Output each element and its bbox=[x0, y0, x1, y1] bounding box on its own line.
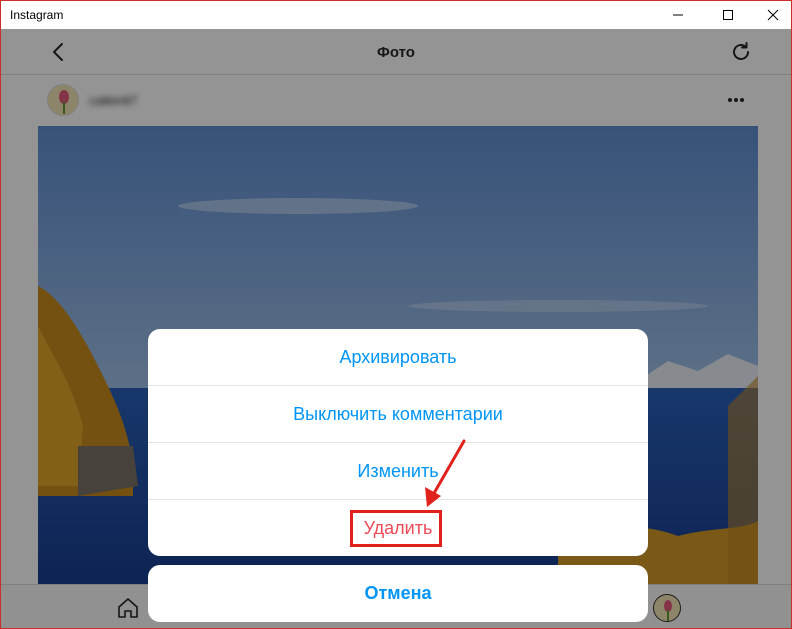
maximize-button[interactable] bbox=[705, 1, 751, 29]
close-button[interactable] bbox=[750, 1, 791, 29]
cancel-label: Отмена bbox=[364, 583, 432, 603]
edit-label: Изменить bbox=[357, 460, 439, 481]
disable-comments-button[interactable]: Выключить комментарии bbox=[148, 386, 648, 443]
cancel-button[interactable]: Отмена bbox=[148, 565, 648, 622]
close-icon bbox=[767, 9, 779, 21]
maximize-icon bbox=[723, 10, 733, 20]
edit-button[interactable]: Изменить bbox=[148, 443, 648, 500]
minimize-button[interactable] bbox=[655, 1, 701, 29]
archive-label: Архивировать bbox=[339, 346, 457, 367]
title-bar: Instagram bbox=[1, 1, 791, 29]
archive-button[interactable]: Архивировать bbox=[148, 329, 648, 386]
action-sheet: Архивировать Выключить комментарии Измен… bbox=[148, 329, 648, 556]
delete-button[interactable]: Удалить bbox=[148, 500, 648, 556]
window-title: Instagram bbox=[10, 8, 64, 22]
highlight-box bbox=[350, 510, 442, 547]
minimize-icon bbox=[673, 14, 683, 16]
disable-comments-label: Выключить комментарии bbox=[293, 403, 503, 424]
app-window: Instagram Фото catkin97 Архивировать Вык… bbox=[0, 0, 792, 629]
